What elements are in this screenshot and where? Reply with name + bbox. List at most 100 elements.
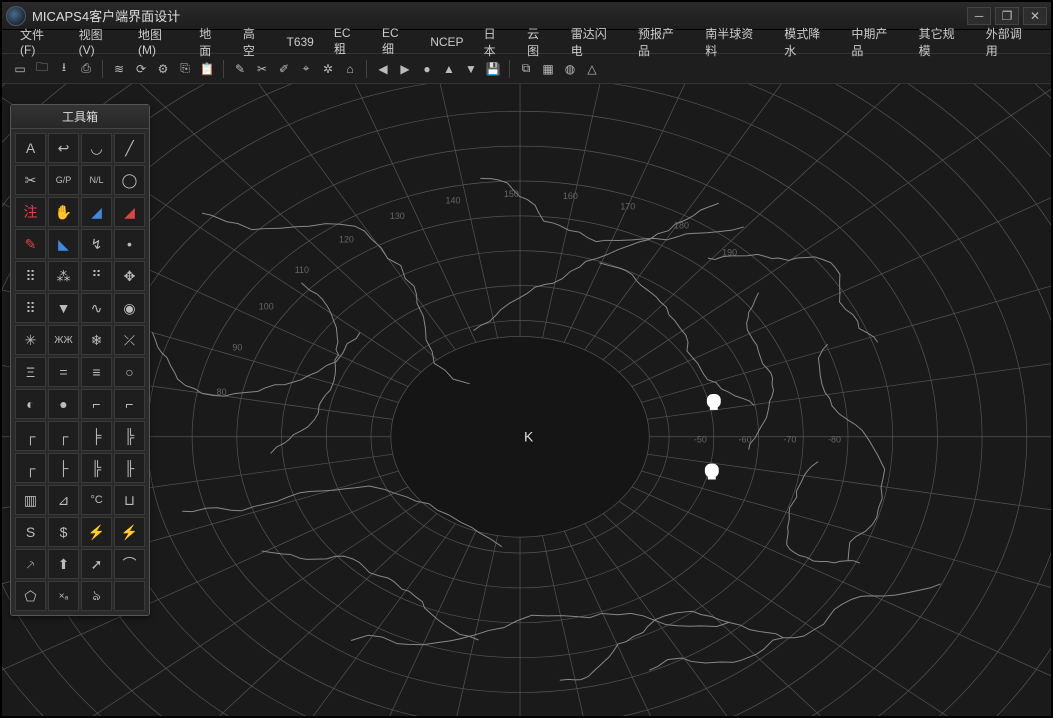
clear[interactable]: ×ₐ bbox=[48, 581, 79, 611]
nav-back-icon[interactable]: ◀ bbox=[373, 59, 393, 79]
chart-icon[interactable]: ⧉ bbox=[516, 59, 536, 79]
bracket-d[interactable]: ╠ bbox=[114, 421, 145, 451]
download-icon[interactable]: ⭳ bbox=[54, 59, 74, 79]
new-file-icon[interactable]: ▭ bbox=[10, 59, 30, 79]
line-tool[interactable]: ╱ bbox=[114, 133, 145, 163]
grid-icon[interactable]: ▦ bbox=[538, 59, 558, 79]
point[interactable]: • bbox=[114, 229, 145, 259]
menu-2[interactable]: 地图(M) bbox=[128, 24, 189, 59]
arc-b[interactable]: ⌒ bbox=[114, 549, 145, 579]
lines-b[interactable]: = bbox=[48, 357, 79, 387]
bracket-a[interactable]: ┌ bbox=[15, 421, 46, 451]
down-icon[interactable]: ▼ bbox=[461, 59, 481, 79]
bracket-e[interactable]: ┌ bbox=[15, 453, 46, 483]
menu-0[interactable]: 文件(F) bbox=[10, 24, 69, 59]
target[interactable]: ◉ bbox=[114, 293, 145, 323]
bracket-h[interactable]: ╟ bbox=[114, 453, 145, 483]
play-icon[interactable]: ● bbox=[417, 59, 437, 79]
home-icon[interactable]: ⌂ bbox=[340, 59, 360, 79]
flag-red[interactable]: ◢ bbox=[114, 197, 145, 227]
cut-tool-icon[interactable]: ✂ bbox=[252, 59, 272, 79]
menu-17[interactable]: 外部调用 bbox=[976, 23, 1043, 61]
menu-4[interactable]: 高空 bbox=[233, 23, 277, 61]
annotate[interactable]: 注 bbox=[15, 197, 46, 227]
menu-7[interactable]: EC细 bbox=[372, 24, 420, 59]
copy-icon[interactable]: ⎘ bbox=[175, 59, 195, 79]
lines-c[interactable]: ≡ bbox=[81, 357, 112, 387]
dots-c[interactable]: ⠛ bbox=[81, 261, 112, 291]
print-icon[interactable]: ⎙ bbox=[76, 59, 96, 79]
menu-1[interactable]: 视图(V) bbox=[69, 24, 128, 59]
lines-a[interactable]: Ξ bbox=[15, 357, 46, 387]
refresh-icon[interactable]: ⟳ bbox=[131, 59, 151, 79]
marker-tool[interactable]: ⸕ bbox=[15, 549, 46, 579]
draw-icon[interactable]: ✐ bbox=[274, 59, 294, 79]
nav-fwd-icon[interactable]: ▶ bbox=[395, 59, 415, 79]
wave[interactable]: ∿ bbox=[81, 293, 112, 323]
dots-b[interactable]: ⁂ bbox=[48, 261, 79, 291]
menu-5[interactable]: T639 bbox=[276, 33, 323, 51]
snow-a[interactable]: ЖЖ bbox=[48, 325, 79, 355]
menu-16[interactable]: 其它规模 bbox=[909, 23, 976, 61]
map-canvas[interactable]: 8090100110120130140150160170180190-50-60… bbox=[2, 84, 1051, 716]
empty[interactable] bbox=[114, 581, 145, 611]
nl-tool[interactable]: N/L bbox=[81, 165, 112, 195]
bracket-f[interactable]: ├ bbox=[48, 453, 79, 483]
dots-a[interactable]: ⠿ bbox=[15, 261, 46, 291]
hatch[interactable]: ▥ bbox=[15, 485, 46, 515]
curve-left[interactable]: ↩ bbox=[48, 133, 79, 163]
pentagon[interactable]: ⬠ bbox=[15, 581, 46, 611]
flag-blue[interactable]: ◢ bbox=[81, 197, 112, 227]
menu-3[interactable]: 地面 bbox=[189, 23, 233, 61]
open-folder-icon[interactable]: 🗀 bbox=[32, 59, 52, 79]
snowflake[interactable]: ❄ bbox=[81, 325, 112, 355]
triangle-down[interactable]: ▼ bbox=[48, 293, 79, 323]
menu-6[interactable]: EC粗 bbox=[324, 24, 372, 59]
menu-11[interactable]: 雷达闪电 bbox=[561, 23, 628, 61]
tool-b-icon[interactable]: ✲ bbox=[318, 59, 338, 79]
arrow-up[interactable]: ⬆ bbox=[48, 549, 79, 579]
pen-red[interactable]: ✎ bbox=[15, 229, 46, 259]
s-tool[interactable]: S bbox=[15, 517, 46, 547]
arc-tool[interactable]: ◡ bbox=[81, 133, 112, 163]
settings-icon[interactable]: ⚙ bbox=[153, 59, 173, 79]
paste-icon[interactable]: 📋 bbox=[197, 59, 217, 79]
star6[interactable]: ✳ bbox=[15, 325, 46, 355]
bolt[interactable]: ⚡ bbox=[81, 517, 112, 547]
menu-10[interactable]: 云图 bbox=[517, 23, 561, 61]
half-circle[interactable]: ◐ bbox=[15, 389, 46, 419]
edit-icon[interactable]: ✎ bbox=[230, 59, 250, 79]
tri-tool[interactable]: ⊿ bbox=[48, 485, 79, 515]
up-icon[interactable]: ▲ bbox=[439, 59, 459, 79]
lasso[interactable]: ◯ bbox=[114, 165, 145, 195]
dollar[interactable]: $ bbox=[48, 517, 79, 547]
lightning[interactable]: ↯ bbox=[81, 229, 112, 259]
move[interactable]: ✥ bbox=[114, 261, 145, 291]
bracket-b[interactable]: ┌ bbox=[48, 421, 79, 451]
menu-14[interactable]: 模式降水 bbox=[774, 23, 841, 61]
bolt-b[interactable]: ⚡ bbox=[114, 517, 145, 547]
menu-15[interactable]: 中期产品 bbox=[841, 23, 908, 61]
save-icon[interactable]: 💾 bbox=[483, 59, 503, 79]
converge[interactable]: ⤫ bbox=[114, 325, 145, 355]
bell-icon[interactable]: △ bbox=[582, 59, 602, 79]
bracket-g[interactable]: ╠ bbox=[81, 453, 112, 483]
menu-12[interactable]: 预报产品 bbox=[628, 23, 695, 61]
gp-tool[interactable]: G/P bbox=[48, 165, 79, 195]
corner-b[interactable]: ⌐ bbox=[114, 389, 145, 419]
tool-a-icon[interactable]: ⌖ bbox=[296, 59, 316, 79]
u-shape[interactable]: ⊔ bbox=[114, 485, 145, 515]
circle[interactable]: ○ bbox=[114, 357, 145, 387]
globe-icon[interactable]: ◍ bbox=[560, 59, 580, 79]
menu-8[interactable]: NCEP bbox=[420, 33, 473, 51]
temp[interactable]: °C bbox=[81, 485, 112, 515]
scissors[interactable]: ✂ bbox=[15, 165, 46, 195]
fill-blue[interactable]: ◣ bbox=[48, 229, 79, 259]
pan-tool[interactable]: ✋ bbox=[48, 197, 79, 227]
corner-a[interactable]: ⌐ bbox=[81, 389, 112, 419]
layers-icon[interactable]: ≋ bbox=[109, 59, 129, 79]
grid-tool[interactable]: ⠿ bbox=[15, 293, 46, 323]
menu-9[interactable]: 日本 bbox=[474, 23, 518, 61]
filled-circle[interactable]: ● bbox=[48, 389, 79, 419]
arrow-diag[interactable]: ➚ bbox=[81, 549, 112, 579]
